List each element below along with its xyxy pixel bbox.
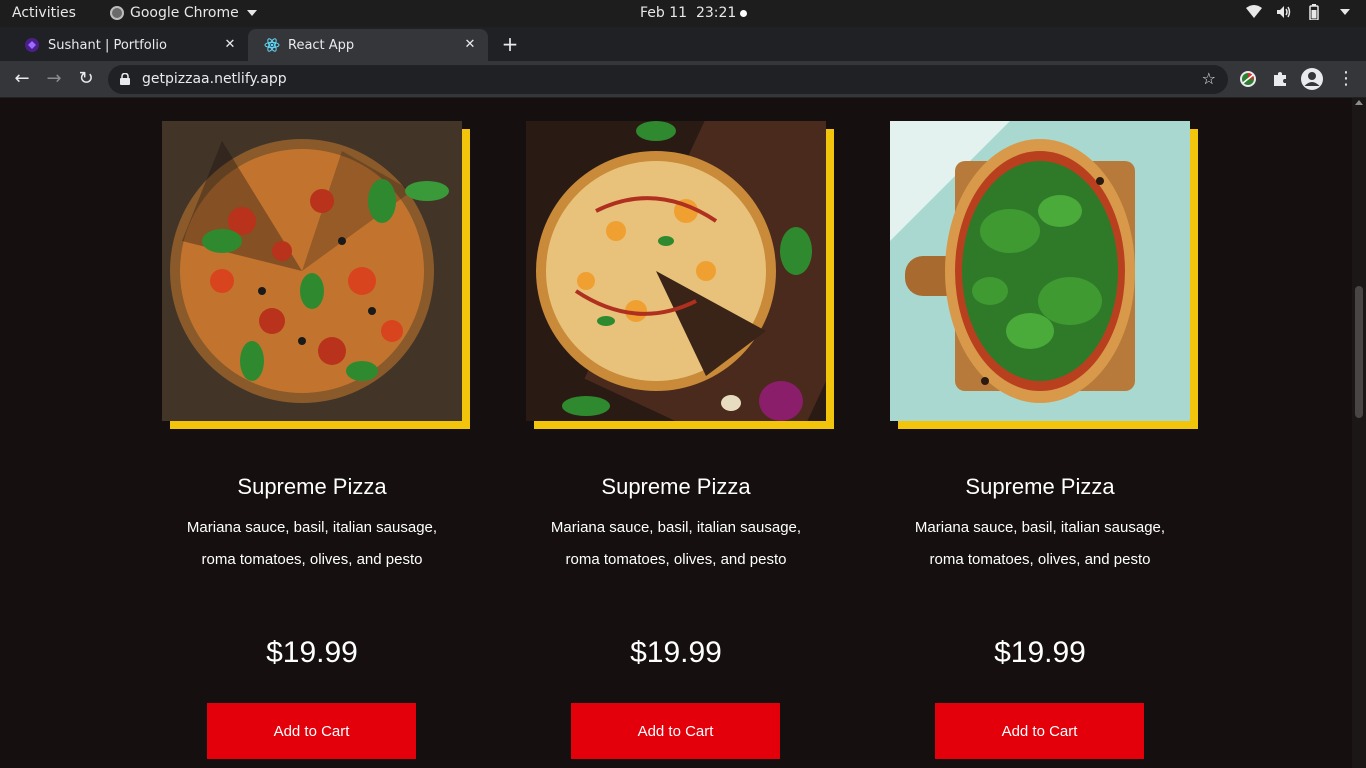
lock-icon [120,73,130,85]
tab-title: Sushant | Portfolio [48,37,167,53]
add-to-cart-button[interactable]: Add to Cart [571,703,780,759]
forward-arrow-icon[interactable]: → [44,69,64,89]
url-text: getpizzaa.netlify.app [142,71,287,87]
page-scrollbar[interactable] [1352,98,1366,768]
clock-date: Feb 11 [640,5,688,21]
volume-icon [1276,4,1292,20]
battery-icon [1306,4,1322,20]
scroll-up-arrow-icon[interactable] [1355,100,1363,105]
activities-button[interactable]: Activities [12,5,76,21]
portfolio-favicon-icon [25,38,39,52]
tab-strip: Sushant | Portfolio ✕ React App ✕ + [0,27,1366,61]
new-tab-button[interactable]: + [498,33,522,57]
bookmark-star-icon[interactable]: ☆ [1202,69,1216,88]
browser-toolbar: ← → ↻ getpizzaa.netlify.app ☆ ⋮ [0,61,1366,98]
arugula-pizza-photo [890,121,1190,421]
chicken-pizza-board-photo [526,121,826,421]
product-name: Supreme Pizza [601,474,751,499]
tab-portfolio[interactable]: Sushant | Portfolio ✕ [8,29,248,61]
extension-color-icon[interactable] [1238,69,1258,89]
notification-dot-icon [740,10,747,17]
close-icon[interactable]: ✕ [462,37,478,53]
chrome-icon [110,6,124,20]
kebab-menu-icon[interactable]: ⋮ [1336,69,1356,89]
clock[interactable]: Feb 11 23:21 [640,5,736,21]
product-description: Mariana sauce, basil, italian sausage, r… [914,519,1166,568]
wifi-icon [1246,4,1262,20]
tab-react-app[interactable]: React App ✕ [248,29,488,61]
product-price: $19.99 [266,636,358,669]
system-tray[interactable] [1246,4,1352,20]
add-to-cart-button[interactable]: Add to Cart [207,703,416,759]
close-icon[interactable]: ✕ [222,37,238,53]
app-menu-label: Google Chrome [130,5,239,21]
address-bar[interactable]: getpizzaa.netlify.app ☆ [108,65,1228,94]
pepperoni-pizza-photo [162,121,462,421]
product-name: Supreme Pizza [237,474,387,499]
clock-time: 23:21 [695,5,737,21]
product-image-frame [526,121,834,429]
react-favicon-icon [264,38,280,52]
product-description: Mariana sauce, basil, italian sausage, r… [550,519,802,568]
extensions-puzzle-icon[interactable] [1270,69,1290,89]
product-description: Mariana sauce, basil, italian sausage, r… [186,519,438,568]
product-price: $19.99 [994,636,1086,669]
scrollbar-thumb[interactable] [1355,286,1363,418]
product-image-frame [890,121,1198,429]
back-arrow-icon[interactable]: ← [12,69,32,89]
product-price: $19.99 [630,636,722,669]
product-name: Supreme Pizza [965,474,1115,499]
tab-title: React App [288,37,355,53]
reload-icon[interactable]: ↻ [76,69,96,89]
product-image-frame [162,121,470,429]
chevron-down-icon [246,10,257,16]
system-top-bar: Activities Google Chrome Feb 11 23:21 [0,0,1366,27]
power-menu-caret-icon [1336,4,1352,20]
page-viewport: Supreme Pizza Mariana sauce, basil, ital… [0,98,1352,768]
app-menu[interactable]: Google Chrome [110,5,257,21]
add-to-cart-button[interactable]: Add to Cart [935,703,1144,759]
profile-avatar-icon[interactable] [1301,68,1323,90]
